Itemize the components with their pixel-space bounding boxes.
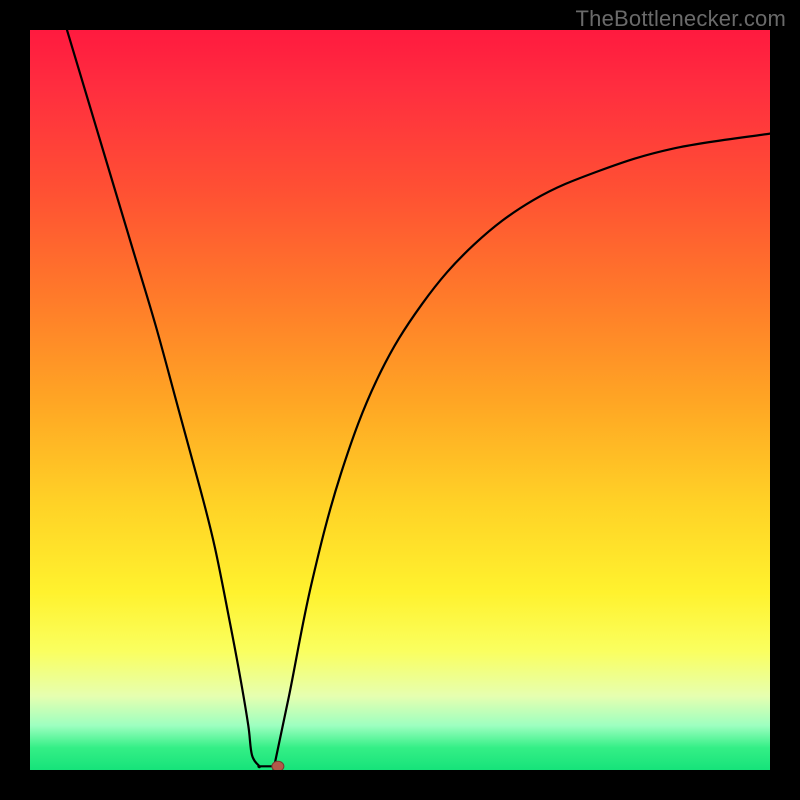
plot-area [30, 30, 770, 770]
curve-layer [30, 30, 770, 770]
chart-frame: TheBottlenecker.com [0, 0, 800, 800]
bottleneck-curve [67, 30, 770, 770]
watermark-text: TheBottlenecker.com [576, 6, 786, 32]
optimal-point-marker [272, 761, 284, 770]
